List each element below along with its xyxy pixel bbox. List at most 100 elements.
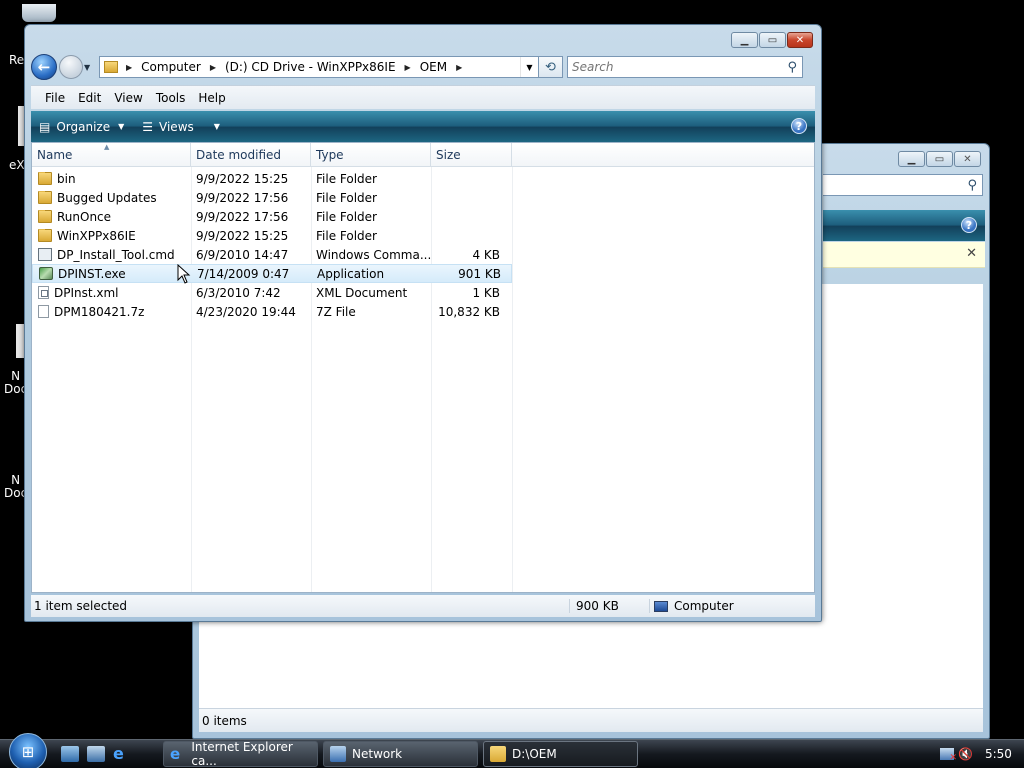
- forward-button[interactable]: [59, 55, 83, 79]
- internet-explorer-icon[interactable]: e: [113, 746, 131, 762]
- table-row-selected[interactable]: DPINST.exe 7/14/2009 0:47 Application 90…: [32, 264, 512, 283]
- folder-icon: [490, 746, 506, 762]
- navigation-bar: ← ▼ ▶ Computer ▶ (D:) CD Drive - WinXPPx…: [31, 53, 815, 81]
- refresh-button[interactable]: ⟲: [539, 56, 563, 78]
- folder-icon: [38, 228, 52, 242]
- selection-status: 1 item selected: [34, 599, 128, 613]
- file-date: 6/3/2010 7:42: [196, 285, 281, 300]
- chevron-right-icon[interactable]: ▶: [405, 63, 411, 72]
- exe-file-icon: [39, 267, 53, 280]
- file-date: 9/9/2022 17:56: [196, 209, 289, 224]
- menu-tools[interactable]: Tools: [156, 91, 186, 105]
- organize-button[interactable]: ▤ Organize ▼: [39, 120, 124, 134]
- file-type: Application: [317, 266, 385, 281]
- minimize-button[interactable]: ▁: [898, 151, 925, 167]
- file-icon: [38, 305, 49, 318]
- table-row[interactable]: WinXPPx86IE 9/9/2022 15:25 File Folder: [32, 226, 512, 245]
- chevron-down-icon: ▼: [213, 122, 220, 131]
- folder-icon: [38, 190, 52, 204]
- network-status-icon[interactable]: ✕: [940, 747, 957, 763]
- xml-file-icon: [38, 286, 49, 299]
- file-name: DP_Install_Tool.cmd: [57, 247, 175, 262]
- menu-file[interactable]: File: [45, 91, 65, 105]
- table-row[interactable]: DPM180421.7z 4/23/2020 19:44 7Z File 10,…: [32, 302, 512, 321]
- close-icon[interactable]: ✕: [966, 246, 977, 261]
- show-desktop-icon[interactable]: [61, 746, 79, 762]
- menu-help[interactable]: Help: [198, 91, 225, 105]
- taskbar-button-label: D:\OEM: [512, 747, 557, 761]
- recycle-bin-icon: [22, 4, 56, 22]
- file-date: 6/9/2010 14:47: [196, 247, 289, 262]
- address-bar[interactable]: ▶ Computer ▶ (D:) CD Drive - WinXPPx86IE…: [99, 56, 539, 78]
- chevron-right-icon[interactable]: ▶: [126, 63, 132, 72]
- file-list[interactable]: Name ▲ Date modified Type Size bin 9/9/2…: [31, 142, 815, 593]
- table-row[interactable]: Bugged Updates 9/9/2022 17:56 File Folde…: [32, 188, 512, 207]
- minimize-button[interactable]: ▁: [731, 32, 758, 48]
- menu-view[interactable]: View: [114, 91, 142, 105]
- breadcrumb-computer[interactable]: Computer: [141, 60, 201, 74]
- file-name: RunOnce: [57, 209, 112, 224]
- maximize-button[interactable]: ▭: [759, 32, 786, 48]
- folder-icon: [104, 61, 118, 73]
- taskbar-button-label: Internet Explorer ca...: [191, 740, 293, 768]
- column-header-type[interactable]: Type: [311, 143, 431, 167]
- menu-edit[interactable]: Edit: [78, 91, 101, 105]
- desktop-icon-recycle-bin[interactable]: [0, 4, 60, 22]
- window-controls: ▁ ▭ ✕: [898, 151, 981, 167]
- taskbar-button-network[interactable]: Network: [323, 741, 478, 767]
- volume-muted-icon[interactable]: 🔇: [958, 747, 973, 761]
- recent-pages-dropdown[interactable]: ▼: [84, 63, 96, 72]
- location-label: Computer: [674, 599, 734, 613]
- column-header-date[interactable]: Date modified: [191, 143, 311, 167]
- column-headers: Name ▲ Date modified Type Size: [32, 143, 814, 167]
- breadcrumb-cd-drive[interactable]: (D:) CD Drive - WinXPPx86IE: [225, 60, 396, 74]
- back-button[interactable]: ←: [31, 54, 57, 80]
- table-row[interactable]: RunOnce 9/9/2022 17:56 File Folder: [32, 207, 512, 226]
- menu-bar: File Edit View Tools Help: [31, 85, 815, 109]
- file-type: Windows Comma...: [316, 247, 431, 262]
- desktop-icon-label: eX: [9, 158, 25, 172]
- table-row[interactable]: bin 9/9/2022 15:25 File Folder: [32, 169, 512, 188]
- clock[interactable]: 5:50: [985, 747, 1012, 761]
- chevron-right-icon[interactable]: ▶: [210, 63, 216, 72]
- folder-icon: [38, 171, 52, 185]
- views-label: Views: [159, 119, 194, 134]
- close-button[interactable]: ✕: [954, 151, 981, 167]
- views-button[interactable]: ☰ Views ▼: [142, 120, 220, 134]
- computer-icon: [654, 600, 668, 612]
- taskbar-button-oem-folder[interactable]: D:\OEM: [483, 741, 638, 767]
- close-button[interactable]: ✕: [787, 32, 813, 48]
- search-icon[interactable]: ⚲: [787, 60, 797, 75]
- status-location: Computer: [649, 599, 734, 613]
- file-date: 9/9/2022 15:25: [196, 228, 289, 243]
- file-name: Bugged Updates: [57, 190, 157, 205]
- search-icon: ⚲: [967, 178, 977, 193]
- search-input[interactable]: ⚲: [823, 174, 983, 196]
- column-header-name[interactable]: Name ▲: [32, 143, 191, 167]
- file-name: DPM180421.7z: [54, 304, 145, 319]
- file-name: WinXPPx86IE: [57, 228, 136, 243]
- maximize-button[interactable]: ▭: [926, 151, 953, 167]
- file-date: 9/9/2022 17:56: [196, 190, 289, 205]
- explorer-window-oem[interactable]: ▁ ▭ ✕ ← ▼ ▶ Computer ▶ (D:) CD Drive - W…: [24, 24, 822, 622]
- file-date: 7/14/2009 0:47: [197, 266, 290, 281]
- help-icon[interactable]: ?: [791, 118, 807, 134]
- table-row[interactable]: DPInst.xml 6/3/2010 7:42 XML Document 1 …: [32, 283, 512, 302]
- mouse-cursor-icon: [177, 264, 191, 284]
- breadcrumb-oem[interactable]: OEM: [420, 60, 447, 74]
- table-row[interactable]: DP_Install_Tool.cmd 6/9/2010 14:47 Windo…: [32, 245, 512, 264]
- search-input[interactable]: [572, 60, 772, 74]
- info-bar[interactable]: ✕: [823, 242, 985, 268]
- file-size: 901 KB: [458, 266, 501, 281]
- taskbar-button-internet-explorer[interactable]: e Internet Explorer ca...: [163, 740, 318, 768]
- file-type: File Folder: [316, 190, 377, 205]
- address-dropdown-icon[interactable]: ▼: [520, 57, 538, 77]
- chevron-right-icon[interactable]: ▶: [456, 63, 462, 72]
- organize-icon: ▤: [39, 119, 51, 134]
- file-type: File Folder: [316, 209, 377, 224]
- column-header-size[interactable]: Size: [431, 143, 512, 167]
- start-button[interactable]: ⊞: [9, 733, 47, 768]
- help-icon[interactable]: ?: [961, 217, 977, 233]
- search-box[interactable]: ⚲: [567, 56, 803, 78]
- switch-windows-icon[interactable]: [87, 746, 105, 762]
